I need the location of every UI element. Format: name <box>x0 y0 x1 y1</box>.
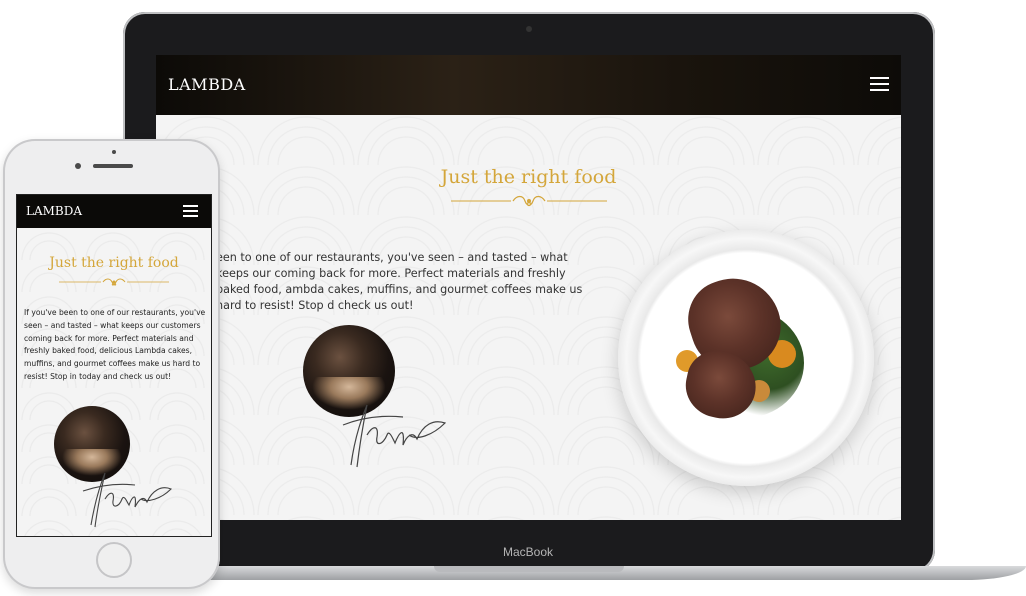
intro-text-clip: een to one of our restaurants, you've se… <box>156 245 596 325</box>
hamburger-menu-icon[interactable] <box>870 77 889 91</box>
mobile-section-heading: Just the right food <box>49 255 179 271</box>
brand-logo[interactable]: LAMBDA <box>168 75 246 94</box>
chef-signature-icon <box>342 404 447 468</box>
device-label: MacBook <box>502 545 554 559</box>
laptop-notch <box>434 566 624 572</box>
mobile-intro-paragraph: If you've been to one of our restaurants… <box>24 308 206 381</box>
mobile-navbar: LAMBDA <box>17 195 211 228</box>
laptop-camera <box>526 26 532 32</box>
home-button[interactable] <box>96 542 132 578</box>
ornament-divider-icon <box>451 195 607 207</box>
mobile-brand-logo[interactable]: LAMBDA <box>26 204 82 218</box>
phone-screen: LAMBDA Just the right food If you've bee… <box>16 194 212 537</box>
intro-paragraph: een to one of our restaurants, you've se… <box>216 251 583 312</box>
navbar: LAMBDA <box>156 55 901 115</box>
phone-camera <box>75 163 81 169</box>
phone-speaker <box>93 164 133 168</box>
hamburger-menu-icon[interactable] <box>183 205 198 217</box>
mobile-chef-signature-icon <box>82 472 172 528</box>
section-heading: Just the right food <box>440 166 617 188</box>
ornament-divider-icon <box>59 278 169 286</box>
phone-sensor <box>112 150 116 154</box>
laptop-screen: LAMBDA Just the right food een to one of… <box>156 55 901 520</box>
dish-photo <box>618 230 874 486</box>
